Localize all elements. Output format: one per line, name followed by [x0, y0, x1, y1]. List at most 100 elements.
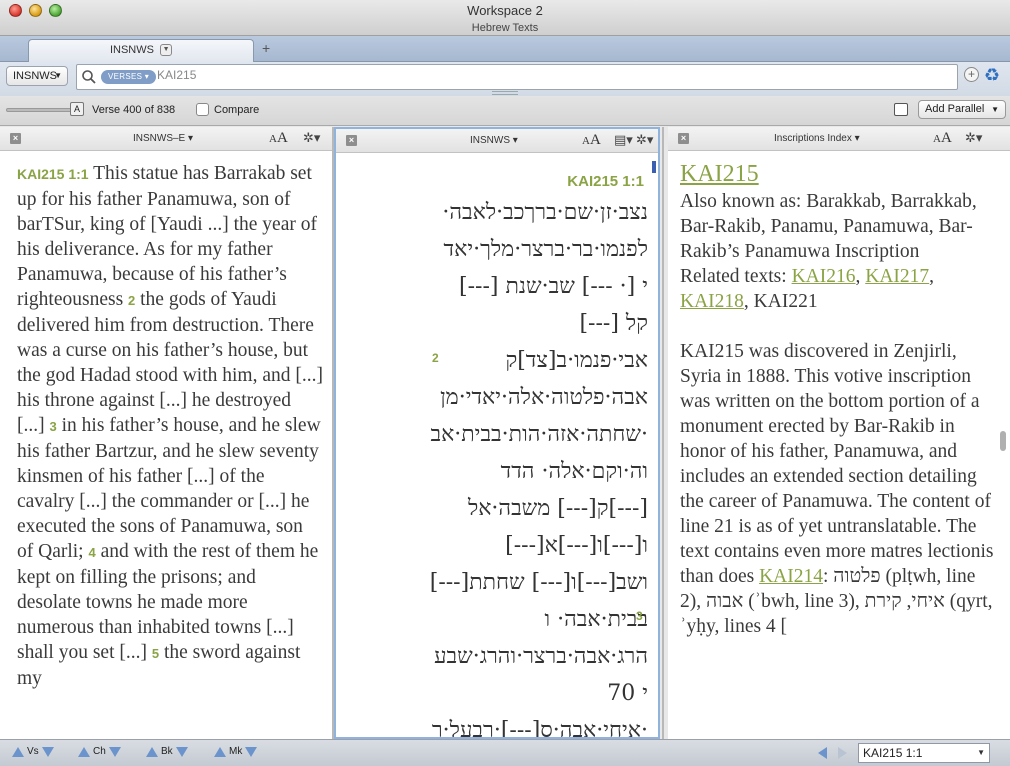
verse-number[interactable]: 4 [88, 545, 95, 560]
verse-number[interactable]: 3 [636, 609, 643, 623]
history-back-icon[interactable] [818, 747, 827, 759]
close-pane-icon[interactable]: × [678, 133, 689, 144]
article-body: KAI215 was discovered in Zenjirli, Syria… [680, 341, 994, 637]
gear-icon[interactable]: ✲▾ [303, 130, 320, 146]
toolbar: A Verse 400 of 838 Compare Add Parallel … [0, 96, 1010, 126]
related-link[interactable]: KAI218 [680, 291, 744, 312]
related-link[interactable]: KAI216 [792, 266, 856, 287]
recycle-icon[interactable]: ♻ [984, 65, 1000, 86]
search-query-text: KAI215 [157, 68, 197, 82]
verse-count: Verse 400 of 838 [92, 104, 176, 116]
next-verse-button[interactable] [41, 746, 54, 757]
pane-title-menu[interactable]: Inscriptions Index ▾ [774, 133, 860, 144]
pane-body: KAI215 1:1 נצב·זן·שם·ברךכב·לאבה· לפנמו·ב… [336, 153, 658, 739]
window-title: Workspace 2 [467, 3, 543, 18]
chevron-down-icon: ▼ [991, 105, 999, 114]
hebrew-line: י [· ---] שב·שנת [---] [459, 274, 648, 299]
tab-insnws[interactable]: INSNWS ▼ [28, 39, 254, 62]
window-subtitle: Hebrew Texts [471, 22, 539, 34]
chevron-down-icon[interactable]: ▼ [977, 744, 985, 762]
add-search-field-button[interactable]: + [964, 67, 979, 82]
pane-english: × INSNWS–E ▾ AA ✲▾ KAI215 1:1 This statu… [0, 127, 332, 739]
nav-chapter: Ch [78, 746, 121, 757]
resource-dropdown[interactable]: INSNWS ▼ [6, 66, 68, 86]
font-larger-button[interactable]: A [941, 130, 952, 146]
scroll-position-marker[interactable] [652, 161, 656, 173]
compare-checkbox[interactable] [196, 103, 209, 116]
hebrew-line: קל [---] [579, 311, 648, 336]
zoom-slider[interactable] [6, 108, 76, 112]
status-bar: Vs Ch Bk Mk KAI215 1:1 ▼ [0, 739, 1010, 766]
also-known-as: Also known as: Barakkab, Barrakkab, Bar-… [680, 191, 977, 262]
compare-label: Compare [214, 104, 260, 116]
hebrew-line: ·איחי·אבה·ס[---]·רבעל·ר [431, 718, 648, 739]
next-book-button[interactable] [175, 746, 188, 757]
next-chapter-button[interactable] [108, 746, 121, 757]
nav-mark: Mk [214, 746, 258, 757]
font-larger-button[interactable]: A [590, 132, 601, 148]
related-texts: Related texts: KAI216, KAI217, KAI218, K… [680, 266, 935, 312]
gear-icon[interactable]: ✲▾ [636, 132, 653, 148]
article-heading-link[interactable]: KAI215 [680, 159, 998, 189]
history-forward-icon[interactable] [838, 747, 847, 759]
close-pane-icon[interactable]: × [346, 135, 357, 146]
tab-menu-icon[interactable]: ▼ [160, 44, 173, 57]
add-parallel-button[interactable]: Add Parallel ▼ [918, 100, 1006, 119]
font-button[interactable]: A [70, 102, 84, 116]
previous-book-button[interactable] [146, 746, 158, 757]
search-type-badge[interactable]: VERSES ▾ [101, 70, 157, 84]
font-size-controls[interactable]: AA [933, 130, 952, 147]
add-tab-button[interactable]: + [262, 40, 270, 56]
font-smaller-button[interactable]: A [933, 133, 941, 145]
hebrew-line: וה·וקם·אלה· הדד [500, 459, 648, 484]
pane-body: KAI215 1:1 This statue has Barrakab set … [0, 151, 332, 739]
font-larger-button[interactable]: A [277, 130, 288, 146]
hebrew-line: לפנמו·בר·ברצר·מלך·יאד [443, 237, 648, 262]
hebrew-line: ו[---]ו[---]א[---] [505, 533, 648, 558]
resize-grip[interactable] [492, 91, 518, 95]
pane-divider[interactable] [662, 127, 664, 739]
hebrew-line: בבית·אבה· ו [544, 607, 648, 632]
related-link[interactable]: KAI217 [865, 266, 929, 287]
previous-verse-button[interactable] [12, 746, 24, 757]
layout-icon[interactable] [894, 103, 908, 116]
gear-icon[interactable]: ✲▾ [965, 130, 982, 146]
hebrew-line: אבי·פנמו·ב[צד]ק [505, 348, 648, 373]
hebrew-line: [---]ק[---] משבה·אל [467, 496, 648, 521]
goto-reference-input[interactable]: KAI215 1:1 ▼ [858, 743, 990, 763]
pane-header: × INSNWS ▾ AA ▤▾ ✲▾ [336, 129, 658, 153]
verse-reference[interactable]: KAI215 1:1 [17, 166, 89, 182]
pane-header: × Inscriptions Index ▾ AA ✲▾ [668, 127, 1010, 151]
next-mark-button[interactable] [245, 746, 258, 757]
resource-dropdown-label: INSNWS [13, 70, 57, 82]
search-input[interactable]: VERSES ▾ KAI215 [76, 64, 958, 90]
pane-body: KAI215 Also known as: Barakkab, Barrakka… [668, 151, 1010, 739]
nav-book: Bk [146, 746, 188, 757]
pane-title-menu[interactable]: INSNWS ▾ [470, 135, 518, 146]
chevron-down-icon: ▼ [54, 71, 62, 80]
search-row: INSNWS ▼ VERSES ▾ KAI215 + ♻ [0, 62, 1010, 96]
hebrew-line: נצב·זן·שם·ברךכב·לאבה· [442, 200, 648, 225]
previous-chapter-button[interactable] [78, 746, 90, 757]
close-pane-icon[interactable]: × [10, 133, 21, 144]
nav-verse: Vs [12, 746, 54, 757]
kai214-link[interactable]: KAI214 [759, 566, 823, 587]
previous-mark-button[interactable] [214, 746, 226, 757]
scrollbar-thumb[interactable] [1000, 431, 1006, 451]
font-size-controls[interactable]: AA [582, 132, 601, 149]
view-options-icon[interactable]: ▤▾ [614, 132, 633, 148]
add-parallel-label: Add Parallel [925, 103, 985, 115]
hebrew-line: ושב[---]ו[---] שחתת[---] [429, 570, 648, 595]
hebrew-line: י 70 [607, 681, 648, 706]
pane-title-menu[interactable]: INSNWS–E ▾ [133, 133, 193, 144]
font-smaller-button[interactable]: A [269, 133, 277, 145]
search-icon[interactable] [81, 69, 97, 85]
verse-number[interactable]: 3 [50, 419, 57, 434]
font-smaller-button[interactable]: A [582, 135, 590, 147]
verse-number[interactable]: 2 [432, 351, 439, 365]
verse-number[interactable]: 5 [152, 646, 159, 661]
font-size-controls[interactable]: AA [269, 130, 288, 147]
pane-header: × INSNWS–E ▾ AA ✲▾ [0, 127, 332, 151]
pane-hebrew: × INSNWS ▾ AA ▤▾ ✲▾ KAI215 1:1 נצב·זן·שם… [334, 127, 660, 739]
verse-reference[interactable]: KAI215 1:1 [567, 173, 644, 190]
